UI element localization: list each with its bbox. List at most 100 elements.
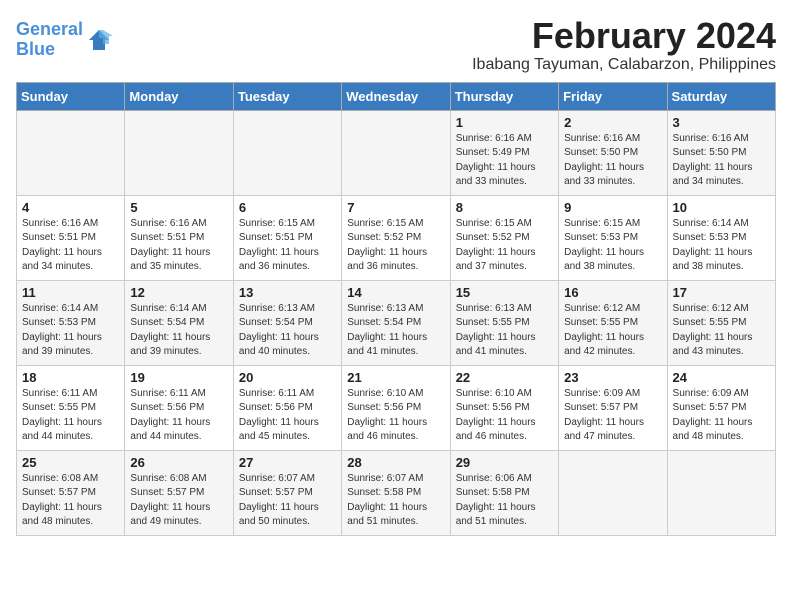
day-info: Sunrise: 6:16 AM Sunset: 5:50 PM Dayligh… — [564, 132, 661, 190]
day-info: Sunrise: 6:10 AM Sunset: 5:56 PM Dayligh… — [347, 387, 444, 445]
day-number: 13 — [239, 285, 336, 300]
calendar-header-saturday: Saturday — [667, 82, 775, 110]
calendar-header-sunday: Sunday — [17, 82, 125, 110]
day-number: 4 — [22, 200, 119, 215]
day-info: Sunrise: 6:13 AM Sunset: 5:54 PM Dayligh… — [347, 302, 444, 360]
calendar-cell: 5Sunrise: 6:16 AM Sunset: 5:51 PM Daylig… — [125, 195, 233, 280]
day-info: Sunrise: 6:13 AM Sunset: 5:54 PM Dayligh… — [239, 302, 336, 360]
day-info: Sunrise: 6:13 AM Sunset: 5:55 PM Dayligh… — [456, 302, 553, 360]
calendar-cell: 3 Sunrise: 6:16 AM Sunset: 5:50 PM Daylig… — [667, 110, 775, 195]
calendar-cell: 16 Sunrise: 6:12 AM Sunset: 5:55 PM Dayli… — [559, 280, 667, 365]
day-number: 16 — [564, 285, 661, 300]
day-number: 24 — [673, 370, 770, 385]
title-block: February 2024 Ibabang Tayuman, Calabarzo… — [472, 16, 776, 74]
day-number: 21 — [347, 370, 444, 385]
day-number: 27 — [239, 455, 336, 470]
calendar-cell: 29 Sunrise: 6:06 AM Sunset: 5:58 PM Dayli… — [450, 450, 558, 535]
day-number: 12 — [130, 285, 227, 300]
day-number: 11 — [22, 285, 119, 300]
day-number: 15 — [456, 285, 553, 300]
day-number: 3 — [673, 115, 770, 130]
day-info: Sunrise: 6:10 AM Sunset: 5:56 PM Dayligh… — [456, 387, 553, 445]
calendar-cell: 21 Sunrise: 6:10 AM Sunset: 5:56 PM Dayli… — [342, 365, 450, 450]
calendar-header-tuesday: Tuesday — [233, 82, 341, 110]
calendar-week-3: 11 Sunrise: 6:14 AM Sunset: 5:53 PM Dayli… — [17, 280, 776, 365]
day-number: 9 — [564, 200, 661, 215]
calendar-cell — [559, 450, 667, 535]
day-info: Sunrise: 6:16 AM Sunset: 5:51 PM Dayligh… — [130, 217, 227, 275]
day-number: 10 — [673, 200, 770, 215]
calendar-cell: 2 Sunrise: 6:16 AM Sunset: 5:50 PM Daylig… — [559, 110, 667, 195]
calendar-cell: 7Sunrise: 6:15 AM Sunset: 5:52 PM Daylig… — [342, 195, 450, 280]
day-number: 28 — [347, 455, 444, 470]
calendar-cell: 14 Sunrise: 6:13 AM Sunset: 5:54 PM Dayli… — [342, 280, 450, 365]
page-header: General Blue February 2024 Ibabang Tayum… — [16, 16, 776, 74]
calendar-header-thursday: Thursday — [450, 82, 558, 110]
calendar-cell: 24Sunrise: 6:09 AM Sunset: 5:57 PM Dayli… — [667, 365, 775, 450]
calendar-cell: 9Sunrise: 6:15 AM Sunset: 5:53 PM Daylig… — [559, 195, 667, 280]
calendar-cell — [233, 110, 341, 195]
day-info: Sunrise: 6:14 AM Sunset: 5:53 PM Dayligh… — [673, 217, 770, 275]
calendar-table: SundayMondayTuesdayWednesdayThursdayFrid… — [16, 82, 776, 536]
page-subtitle: Ibabang Tayuman, Calabarzon, Philippines — [472, 56, 776, 74]
day-info: Sunrise: 6:15 AM Sunset: 5:51 PM Dayligh… — [239, 217, 336, 275]
calendar-cell: 4 Sunrise: 6:16 AM Sunset: 5:51 PM Daylig… — [17, 195, 125, 280]
page-title: February 2024 — [472, 16, 776, 56]
calendar-cell: 19 Sunrise: 6:11 AM Sunset: 5:56 PM Dayli… — [125, 365, 233, 450]
day-number: 25 — [22, 455, 119, 470]
day-info: Sunrise: 6:08 AM Sunset: 5:57 PM Dayligh… — [22, 472, 119, 530]
calendar-header-row: SundayMondayTuesdayWednesdayThursdayFrid… — [17, 82, 776, 110]
calendar-cell: 11 Sunrise: 6:14 AM Sunset: 5:53 PM Dayli… — [17, 280, 125, 365]
day-info: Sunrise: 6:16 AM Sunset: 5:51 PM Dayligh… — [22, 217, 119, 275]
calendar-cell: 13 Sunrise: 6:13 AM Sunset: 5:54 PM Dayli… — [233, 280, 341, 365]
calendar-week-1: 1 Sunrise: 6:16 AM Sunset: 5:49 PM Daylig… — [17, 110, 776, 195]
day-info: Sunrise: 6:07 AM Sunset: 5:57 PM Dayligh… — [239, 472, 336, 530]
calendar-cell: 15 Sunrise: 6:13 AM Sunset: 5:55 PM Dayli… — [450, 280, 558, 365]
calendar-cell: 1 Sunrise: 6:16 AM Sunset: 5:49 PM Daylig… — [450, 110, 558, 195]
day-number: 23 — [564, 370, 661, 385]
calendar-header-friday: Friday — [559, 82, 667, 110]
calendar-cell: 27 Sunrise: 6:07 AM Sunset: 5:57 PM Dayli… — [233, 450, 341, 535]
day-number: 7 — [347, 200, 444, 215]
day-info: Sunrise: 6:08 AM Sunset: 5:57 PM Dayligh… — [130, 472, 227, 530]
day-number: 14 — [347, 285, 444, 300]
day-info: Sunrise: 6:12 AM Sunset: 5:55 PM Dayligh… — [564, 302, 661, 360]
day-info: Sunrise: 6:11 AM Sunset: 5:55 PM Dayligh… — [22, 387, 119, 445]
calendar-header-monday: Monday — [125, 82, 233, 110]
day-info: Sunrise: 6:06 AM Sunset: 5:58 PM Dayligh… — [456, 472, 553, 530]
calendar-cell — [125, 110, 233, 195]
day-number: 8 — [456, 200, 553, 215]
calendar-cell — [17, 110, 125, 195]
logo: General Blue — [16, 20, 113, 60]
calendar-cell: 23 Sunrise: 6:09 AM Sunset: 5:57 PM Dayli… — [559, 365, 667, 450]
calendar-cell: 25 Sunrise: 6:08 AM Sunset: 5:57 PM Dayli… — [17, 450, 125, 535]
calendar-cell: 10 Sunrise: 6:14 AM Sunset: 5:53 PM Dayli… — [667, 195, 775, 280]
calendar-cell: 20Sunrise: 6:11 AM Sunset: 5:56 PM Dayli… — [233, 365, 341, 450]
calendar-cell: 28Sunrise: 6:07 AM Sunset: 5:58 PM Dayli… — [342, 450, 450, 535]
day-info: Sunrise: 6:15 AM Sunset: 5:52 PM Dayligh… — [456, 217, 553, 275]
day-number: 29 — [456, 455, 553, 470]
day-info: Sunrise: 6:12 AM Sunset: 5:55 PM Dayligh… — [673, 302, 770, 360]
calendar-cell — [667, 450, 775, 535]
day-number: 1 — [456, 115, 553, 130]
calendar-week-4: 18 Sunrise: 6:11 AM Sunset: 5:55 PM Dayli… — [17, 365, 776, 450]
day-info: Sunrise: 6:09 AM Sunset: 5:57 PM Dayligh… — [564, 387, 661, 445]
day-info: Sunrise: 6:16 AM Sunset: 5:49 PM Dayligh… — [456, 132, 553, 190]
calendar-cell: 8 Sunrise: 6:15 AM Sunset: 5:52 PM Daylig… — [450, 195, 558, 280]
day-number: 22 — [456, 370, 553, 385]
day-info: Sunrise: 6:14 AM Sunset: 5:53 PM Dayligh… — [22, 302, 119, 360]
day-number: 26 — [130, 455, 227, 470]
day-number: 17 — [673, 285, 770, 300]
day-number: 2 — [564, 115, 661, 130]
day-info: Sunrise: 6:16 AM Sunset: 5:50 PM Dayligh… — [673, 132, 770, 190]
day-info: Sunrise: 6:14 AM Sunset: 5:54 PM Dayligh… — [130, 302, 227, 360]
day-info: Sunrise: 6:11 AM Sunset: 5:56 PM Dayligh… — [130, 387, 227, 445]
day-number: 6 — [239, 200, 336, 215]
calendar-cell: 26 Sunrise: 6:08 AM Sunset: 5:57 PM Dayli… — [125, 450, 233, 535]
calendar-header-wednesday: Wednesday — [342, 82, 450, 110]
day-number: 19 — [130, 370, 227, 385]
logo-text: General Blue — [16, 20, 83, 60]
calendar-week-5: 25 Sunrise: 6:08 AM Sunset: 5:57 PM Dayli… — [17, 450, 776, 535]
day-number: 18 — [22, 370, 119, 385]
calendar-cell: 17 Sunrise: 6:12 AM Sunset: 5:55 PM Dayli… — [667, 280, 775, 365]
